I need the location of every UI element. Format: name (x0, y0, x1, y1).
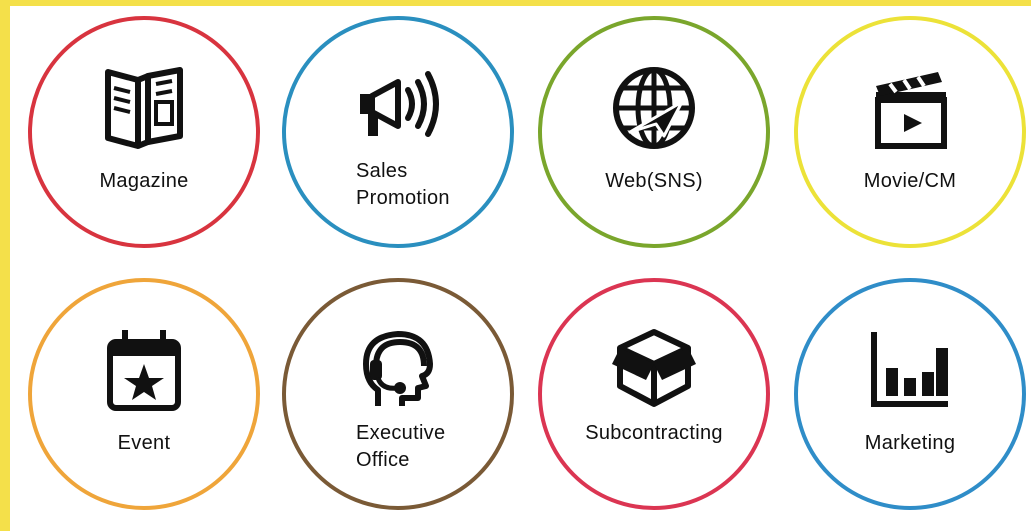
service-label: Executive Office (356, 422, 446, 471)
globe-icon (608, 62, 700, 154)
service-label: Web(SNS) (605, 170, 703, 192)
service-label: Sales Promotion (356, 160, 450, 209)
calendar-star-icon (98, 324, 190, 416)
service-event: Event (28, 278, 260, 510)
bar-chart-icon (864, 324, 956, 416)
service-movie-cm: Movie/CM (794, 16, 1026, 248)
service-label: Magazine (99, 170, 189, 192)
clapperboard-icon (864, 62, 956, 154)
service-label: Event (117, 432, 171, 454)
megaphone-icon (352, 62, 444, 154)
service-sales-promotion: Sales Promotion (282, 16, 514, 248)
headset-icon (352, 324, 444, 416)
service-web-sns: Web(SNS) (538, 16, 770, 248)
service-subcontracting: Subcontracting (538, 278, 770, 510)
service-label: Subcontracting (585, 422, 723, 444)
box-icon (608, 324, 700, 416)
magazine-icon (98, 62, 190, 154)
service-label: Marketing (864, 432, 956, 454)
service-label: Movie/CM (863, 170, 957, 192)
service-magazine: Magazine (28, 16, 260, 248)
service-executive-office: Executive Office (282, 278, 514, 510)
service-board: Magazine Sales Promotion Web(SNS) Movie/… (10, 6, 1031, 531)
service-marketing: Marketing (794, 278, 1026, 510)
